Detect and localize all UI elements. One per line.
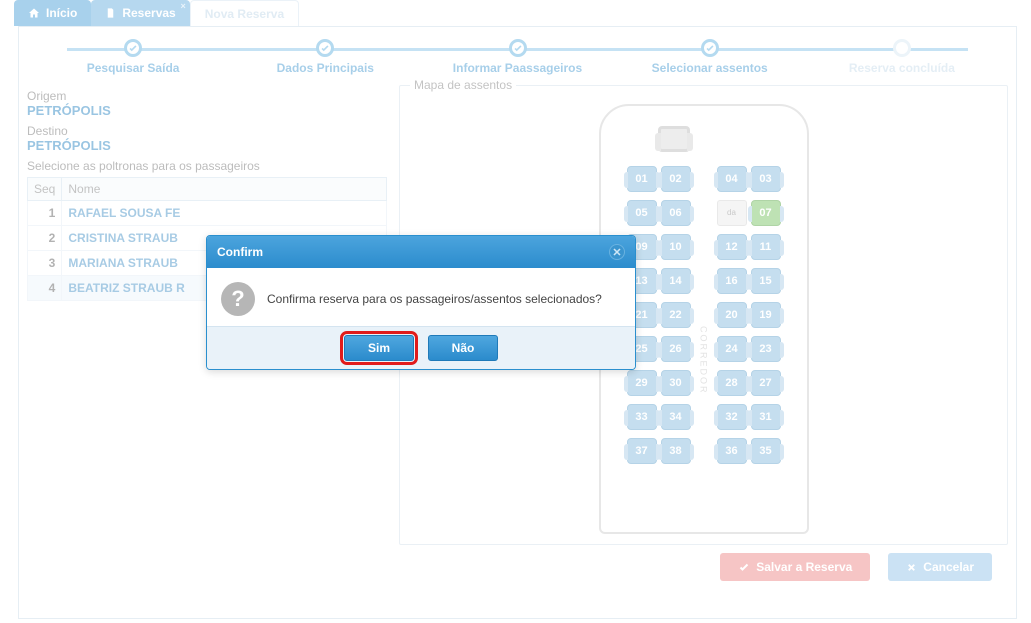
col-seq[interactable]: Seq [28, 178, 62, 201]
dialog-close-button[interactable]: ✕ [609, 244, 625, 260]
seat-19[interactable]: 19 [751, 302, 781, 328]
dialog-yes-button[interactable]: Sim [344, 335, 414, 361]
seat-04[interactable]: 04 [717, 166, 747, 192]
cell-seq: 3 [28, 251, 62, 276]
dest-label: Destino [27, 124, 387, 138]
table-row[interactable]: 1RAFAEL SOUSA FE [28, 201, 387, 226]
seat-01[interactable]: 01 [627, 166, 657, 192]
dialog-message: Confirma reserva para os passageiros/ass… [267, 292, 602, 306]
file-icon [105, 7, 116, 19]
tab-label: Reservas [122, 6, 175, 20]
seat-22[interactable]: 22 [661, 302, 691, 328]
map-title: Mapa de assentos [410, 78, 516, 92]
seat-28[interactable]: 28 [717, 370, 747, 396]
step-concluida: Reserva concluída [806, 39, 998, 75]
dialog-title: Confirm [217, 245, 263, 259]
door-icon: da [717, 200, 747, 226]
seat-12[interactable]: 12 [717, 234, 747, 260]
confirm-dialog: Confirm ✕ ? Confirma reserva para os pas… [206, 235, 636, 370]
cancel-button[interactable]: Cancelar [888, 553, 992, 581]
tab-label: Início [46, 6, 77, 20]
seat-16[interactable]: 16 [717, 268, 747, 294]
seat-34[interactable]: 34 [661, 404, 691, 430]
seat-30[interactable]: 30 [661, 370, 691, 396]
seat-38[interactable]: 38 [661, 438, 691, 464]
tab-inicio[interactable]: Início [14, 0, 91, 26]
seat-24[interactable]: 24 [717, 336, 747, 362]
seat-10[interactable]: 10 [661, 234, 691, 260]
origin-value: PETRÓPOLIS [27, 103, 387, 118]
seat-03[interactable]: 03 [751, 166, 781, 192]
check-icon [738, 561, 750, 573]
seat-27[interactable]: 27 [751, 370, 781, 396]
col-nome[interactable]: Nome [62, 178, 387, 201]
save-button[interactable]: Salvar a Reserva [720, 553, 870, 581]
seat-23[interactable]: 23 [751, 336, 781, 362]
step-selecionar: Selecionar assentos [614, 39, 806, 75]
tab-label: Nova Reserva [205, 7, 284, 21]
close-icon[interactable]: × [180, 1, 185, 11]
tab-reservas[interactable]: Reservas × [91, 0, 189, 26]
seat-14[interactable]: 14 [661, 268, 691, 294]
step-dados: Dados Principais [229, 39, 421, 75]
x-icon [906, 562, 917, 573]
seat-29[interactable]: 29 [627, 370, 657, 396]
home-icon [28, 7, 40, 19]
question-icon: ? [221, 282, 255, 316]
driver-seat-icon [658, 126, 690, 152]
seat-37[interactable]: 37 [627, 438, 657, 464]
origin-label: Origem [27, 89, 387, 103]
seat-06[interactable]: 06 [661, 200, 691, 226]
cell-seq: 4 [28, 276, 62, 301]
dialog-no-button[interactable]: Não [428, 335, 498, 361]
seat-33[interactable]: 33 [627, 404, 657, 430]
dest-value: PETRÓPOLIS [27, 138, 387, 153]
seat-07[interactable]: 07 [751, 200, 781, 226]
step-informar: Informar Paassageiros [421, 39, 613, 75]
seat-15[interactable]: 15 [751, 268, 781, 294]
cell-seq: 2 [28, 226, 62, 251]
cell-nome: RAFAEL SOUSA FE [62, 201, 387, 226]
seat-11[interactable]: 11 [751, 234, 781, 260]
seat-05[interactable]: 05 [627, 200, 657, 226]
stepper: Pesquisar Saída Dados Principais Informa… [37, 39, 998, 75]
seat-35[interactable]: 35 [751, 438, 781, 464]
select-hint: Selecione as poltronas para os passageir… [27, 159, 387, 173]
cell-seq: 1 [28, 201, 62, 226]
seat-31[interactable]: 31 [751, 404, 781, 430]
seat-20[interactable]: 20 [717, 302, 747, 328]
seat-32[interactable]: 32 [717, 404, 747, 430]
tab-nova-reserva[interactable]: Nova Reserva [190, 0, 299, 26]
step-pesquisar: Pesquisar Saída [37, 39, 229, 75]
seat-02[interactable]: 02 [661, 166, 691, 192]
seat-26[interactable]: 26 [661, 336, 691, 362]
seat-36[interactable]: 36 [717, 438, 747, 464]
